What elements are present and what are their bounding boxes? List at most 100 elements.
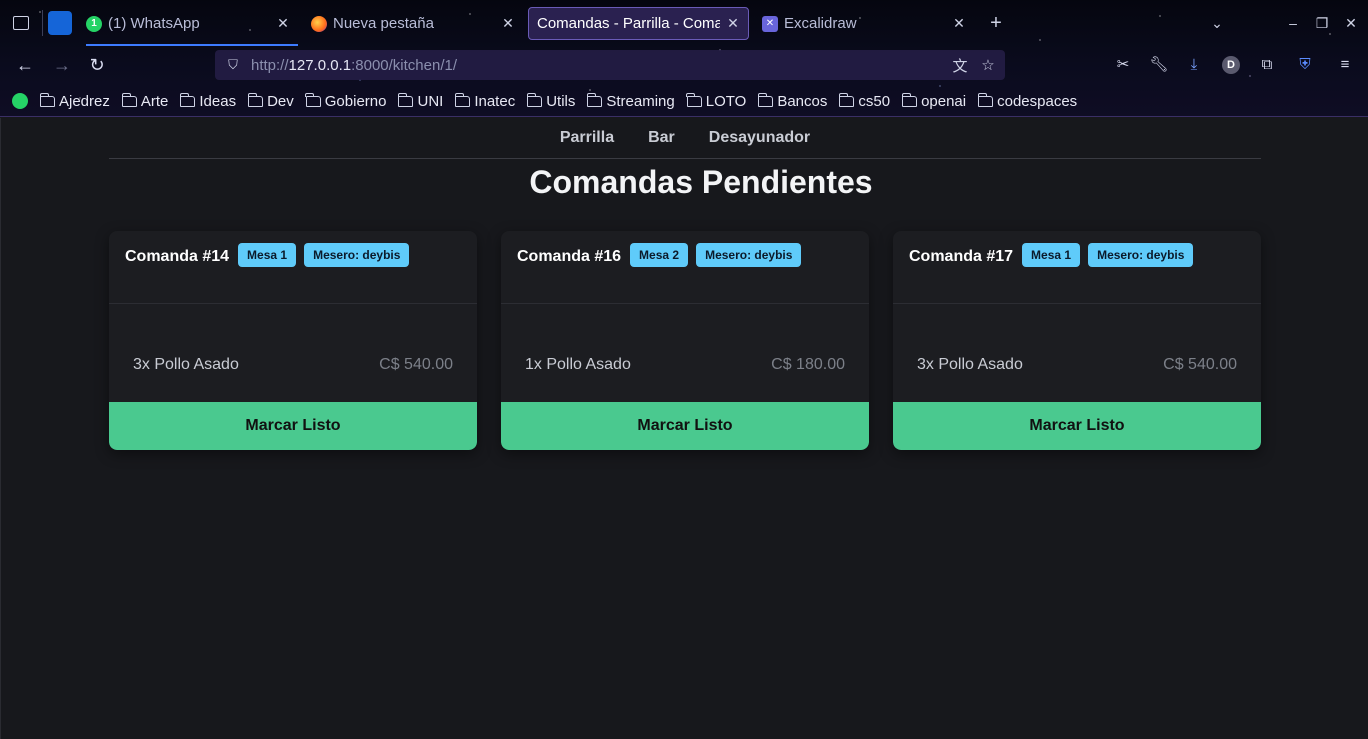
order-item: 3x Pollo Asado C$ 540.00 [133,356,453,374]
bookmark-label: Gobierno [324,92,387,110]
item-name: 3x Pollo Asado [133,356,239,373]
extensions-icon[interactable]: ⧉ [1256,54,1278,76]
forward-arrow-icon[interactable]: → [50,53,74,77]
order-title: Comanda #16 [517,248,622,265]
nav-link-bar[interactable]: Bar [648,129,675,147]
folder-icon [686,92,702,107]
item-name: 3x Pollo Asado [917,356,1023,373]
profile-avatar[interactable]: D [1222,56,1240,74]
url-scheme: http:// [251,56,289,74]
bookmark-folder[interactable]: Bancos [758,92,828,110]
whatsapp-bookmark-icon[interactable] [12,93,28,109]
translate-icon[interactable]: 文 [949,55,971,76]
item-price: C$ 180.00 [771,356,845,373]
mark-ready-button[interactable]: Marcar Listo [109,402,477,450]
mark-ready-button[interactable]: Marcar Listo [501,402,869,450]
bookmark-label: Dev [267,92,294,110]
folder-icon [305,92,321,107]
nav-link-desayunador[interactable]: Desayunador [709,129,810,147]
new-tab-plus-icon[interactable]: + [985,12,1007,34]
url-bar[interactable]: ⛉ http://127.0.0.1:8000/kitchen/1/ 文 ☆ [215,50,1005,184]
restore-icon[interactable]: ❐ [1313,12,1331,34]
bookmarks-bar: Ajedrez Arte Ideas Dev Gobierno UNI Inat… [0,86,1368,116]
order-card-header: Comanda #17 Mesa 1 Mesero: deybis [893,231,1261,304]
table-badge: Mesa 2 [630,243,689,267]
whatsapp-icon: 1 [86,15,102,32]
folder-icon [121,92,137,107]
tab-whatsapp[interactable]: 1 (1) WhatsApp ✕ [78,7,298,46]
tab-label: (1) WhatsApp [108,15,200,32]
wrench-icon[interactable]: 🔧︎ [1148,54,1170,76]
bookmark-folder[interactable]: Streaming [587,92,675,110]
chevron-down-icon[interactable]: ⌄ [1208,12,1226,34]
bookmark-folder[interactable]: Ajedrez [39,92,110,110]
bookmark-folder[interactable]: cs50 [839,92,890,110]
close-icon[interactable]: ✕ [952,15,966,32]
bookmark-folder[interactable]: Utils [526,92,575,110]
bookmark-folder[interactable]: UNI [398,92,444,110]
folder-icon [839,92,855,107]
close-icon[interactable]: ✕ [276,15,290,32]
tab-new-tab[interactable]: Nueva pestaña ✕ [303,7,523,40]
tab-label: Nueva pestaña [333,15,434,32]
tab-bar: 1 (1) WhatsApp ✕ Nueva pestaña ✕ Comanda… [0,0,1368,46]
mark-ready-button[interactable]: Marcar Listo [893,402,1261,450]
url-path: :8000/kitchen/1/ [351,56,458,74]
order-card-header: Comanda #14 Mesa 1 Mesero: deybis [109,231,477,304]
bookmark-label: Ajedrez [59,92,110,110]
star-icon[interactable]: ☆ [977,56,999,74]
order-card: Comanda #14 Mesa 1 Mesero: deybis 3x Pol… [109,231,477,450]
bookmark-folder[interactable]: Arte [121,92,169,110]
tab-comandas[interactable]: Comandas - Parrilla - Comandas ✕ [528,7,749,40]
folder-icon [758,92,774,107]
table-badge: Mesa 1 [1022,243,1081,267]
bookmark-folder[interactable]: Dev [247,92,294,110]
minimize-icon[interactable]: – [1284,12,1302,34]
bookmark-folder[interactable]: Inatec [455,92,515,110]
folder-icon [526,92,543,107]
order-card: Comanda #16 Mesa 2 Mesero: deybis 1x Pol… [501,231,869,450]
reload-icon[interactable]: ↻ [85,53,109,77]
bookmark-folder[interactable]: Gobierno [305,92,387,110]
bookmark-folder[interactable]: Ideas [180,92,237,110]
window-close-icon[interactable]: ✕ [1342,12,1360,34]
bookmark-label: Bancos [777,92,828,110]
bookmark-label: UNI [417,92,444,110]
close-icon[interactable]: ✕ [726,15,740,32]
bookmark-folder[interactable]: codespaces [977,92,1077,110]
waiter-badge: Mesero: deybis [696,243,802,267]
close-icon[interactable]: ✕ [501,15,515,32]
page-title: Comandas Pendientes [529,164,873,200]
bitwarden-icon[interactable]: ⛨ [1294,54,1316,76]
bookmark-folder[interactable]: LOTO [686,92,746,110]
folder-icon [39,92,55,107]
url-text[interactable]: http://127.0.0.1:8000/kitchen/1/ [251,57,949,74]
tab-excalidraw[interactable]: ✕ Excalidraw ✕ [754,7,974,40]
firefox-icon [311,15,327,32]
pinned-tab[interactable] [48,11,72,35]
bookmark-label: Streaming [606,92,675,110]
nav-link-parrilla[interactable]: Parrilla [560,129,614,147]
shield-icon[interactable]: ⛉ [225,57,241,73]
bookmark-label: Arte [140,92,169,110]
bookmark-label: openai [921,92,967,110]
order-item: 1x Pollo Asado C$ 180.00 [525,356,845,374]
bookmark-label: Ideas [199,92,237,110]
menu-icon[interactable]: ≡ [1334,54,1356,76]
order-card: Comanda #17 Mesa 1 Mesero: deybis 3x Pol… [893,231,1261,450]
back-arrow-icon[interactable]: ← [13,53,37,77]
tab-list-icon[interactable] [10,12,32,34]
order-title: Comanda #14 [125,248,230,265]
folder-icon [587,92,603,107]
page-content: Parrilla Bar Desayunador Comandas Pendie… [0,118,1368,739]
item-name: 1x Pollo Asado [525,356,631,373]
folder-icon [455,92,471,107]
bookmark-folder[interactable]: openai [901,92,967,110]
folder-icon [901,92,918,107]
item-price: C$ 540.00 [1163,356,1237,373]
download-icon[interactable]: ⤓ [1183,54,1205,76]
waiter-badge: Mesero: deybis [304,243,410,267]
orders-grid: Comanda #14 Mesa 1 Mesero: deybis 3x Pol… [109,231,1261,450]
url-host: 127.0.0.1 [288,56,352,74]
screenshot-icon[interactable]: ✂ [1112,54,1134,76]
